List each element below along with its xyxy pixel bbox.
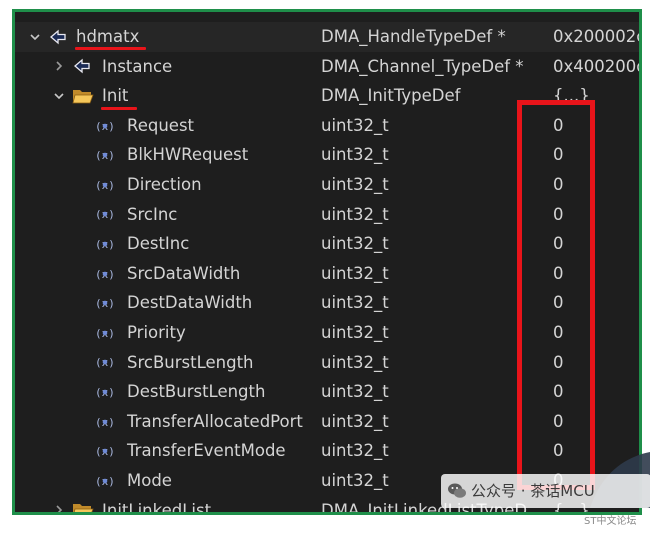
variable-type: uint32_t <box>321 145 389 165</box>
variable-name: SrcBurstLength <box>127 352 254 372</box>
variable-type: uint32_t <box>321 234 389 254</box>
variable-name: InitLinkedList <box>102 500 212 515</box>
variable-name: Mode <box>127 471 172 490</box>
tree-row-field[interactable]: (x) SrcBurstLength uint32_t 0 <box>15 348 639 378</box>
variable-name: DestInc <box>127 234 190 254</box>
tree-row-field[interactable]: (x) SrcDataWidth uint32_t 0 <box>15 259 639 289</box>
variable-value[interactable]: 0 <box>553 140 564 170</box>
field-variable-icon: (x) <box>95 229 115 259</box>
tree-row-field[interactable]: (x) Direction uint32_t 0 <box>15 170 639 200</box>
tree-row-field[interactable]: (x) TransferAllocatedPort uint32_t 0 <box>15 407 639 437</box>
variable-type: uint32_t <box>321 204 389 224</box>
tree-row-field[interactable]: (x) Request uint32_t 0 <box>15 111 639 141</box>
variable-type: uint32_t <box>321 382 389 402</box>
variable-type: uint32_t <box>321 263 389 283</box>
variable-type: uint32_t <box>321 352 389 372</box>
tree-row-field[interactable]: (x) DestDataWidth uint32_t 0 <box>15 288 639 318</box>
variable-type: uint32_t <box>321 323 389 342</box>
tree-row-field[interactable]: (x) DestInc uint32_t 0 <box>15 229 639 259</box>
variable-name: BlkHWRequest <box>127 145 249 165</box>
variable-type: uint32_t <box>321 411 389 431</box>
field-variable-icon: (x) <box>95 318 115 348</box>
variable-name: TransferEventMode <box>127 441 286 461</box>
folder-struct-icon <box>72 81 94 111</box>
variable-value[interactable]: 0 <box>553 170 564 200</box>
variable-value[interactable]: 0x200002c4 <box>553 22 639 52</box>
pointer-arrow-icon <box>49 22 67 52</box>
variable-value[interactable]: 0 <box>553 407 564 437</box>
field-variable-icon: (x) <box>95 259 115 289</box>
variable-type: uint32_t <box>321 175 389 194</box>
tree-row-field[interactable]: (x) DestBurstLength uint32_t 0 <box>15 377 639 407</box>
variable-value[interactable]: 0 <box>553 229 564 259</box>
variable-name: SrcInc <box>127 204 178 224</box>
field-variable-icon: (x) <box>95 377 115 407</box>
variable-value[interactable]: 0 <box>553 348 564 378</box>
folder-struct-icon <box>72 496 94 512</box>
variable-value[interactable]: {...} <box>553 81 590 111</box>
chevron-down-icon[interactable] <box>28 22 42 52</box>
variable-name: Request <box>127 115 195 135</box>
variable-type: DMA_InitTypeDef <box>321 86 461 106</box>
variable-value[interactable]: 0 <box>553 377 564 407</box>
field-variable-icon: (x) <box>95 200 115 230</box>
tree-row-field[interactable]: (x) SrcInc uint32_t 0 <box>15 200 639 230</box>
chevron-right-icon[interactable] <box>52 496 66 512</box>
tree-row-instance[interactable]: Instance DMA_Channel_TypeDef * 0x400200d… <box>15 52 639 82</box>
field-variable-icon: (x) <box>95 466 115 496</box>
field-variable-icon: (x) <box>95 407 115 437</box>
variable-name: TransferAllocatedPort <box>127 411 303 431</box>
tree-row-field[interactable]: (x) Priority uint32_t 0 <box>15 318 639 348</box>
field-variable-icon: (x) <box>95 348 115 378</box>
watermark-text: 公众号 · 茶话MCU <box>471 482 595 500</box>
variable-value[interactable]: 0x400200d0 <box>553 52 639 82</box>
variable-name: DestBurstLength <box>127 382 266 402</box>
variable-value[interactable]: 0 <box>553 200 564 230</box>
variable-type: uint32_t <box>321 471 389 490</box>
variable-value[interactable]: 0 <box>553 259 564 289</box>
variable-name: DestDataWidth <box>127 293 253 313</box>
field-variable-icon: (x) <box>95 436 115 466</box>
annotation-underline-hdmatx <box>75 47 146 50</box>
variable-type: uint32_t <box>321 441 389 461</box>
field-variable-icon: (x) <box>95 140 115 170</box>
wechat-icon <box>448 483 466 498</box>
variable-value[interactable]: 0 <box>553 318 564 348</box>
field-variable-icon: (x) <box>95 170 115 200</box>
tree-row-field[interactable]: (x) BlkHWRequest uint32_t 0 <box>15 140 639 170</box>
variable-type: DMA_HandleTypeDef * <box>321 27 506 46</box>
variable-name: Direction <box>127 175 202 194</box>
watermark-subtext: ST中文论坛 <box>584 516 637 527</box>
variable-value[interactable]: 0 <box>553 111 564 141</box>
annotation-underline-init <box>101 107 137 110</box>
field-variable-icon: (x) <box>95 111 115 141</box>
variable-value[interactable]: 0 <box>553 288 564 318</box>
variables-tree-panel: hdmatx DMA_HandleTypeDef * 0x200002c4 In… <box>12 9 642 515</box>
watermark: 公众号 · 茶话MCU <box>441 474 651 508</box>
variable-type: uint32_t <box>321 115 389 135</box>
variable-type: DMA_Channel_TypeDef * <box>321 56 524 76</box>
pointer-arrow-icon <box>73 52 91 82</box>
tree-row-field[interactable]: (x) TransferEventMode uint32_t 0 <box>15 436 639 466</box>
variable-name: Priority <box>127 323 186 342</box>
variable-name: SrcDataWidth <box>127 263 241 283</box>
variable-type: uint32_t <box>321 293 389 313</box>
field-variable-icon: (x) <box>95 288 115 318</box>
variable-value[interactable]: 0 <box>553 436 564 466</box>
chevron-right-icon[interactable] <box>52 52 66 82</box>
chevron-down-icon[interactable] <box>52 81 66 111</box>
variable-name: Instance <box>102 56 173 76</box>
